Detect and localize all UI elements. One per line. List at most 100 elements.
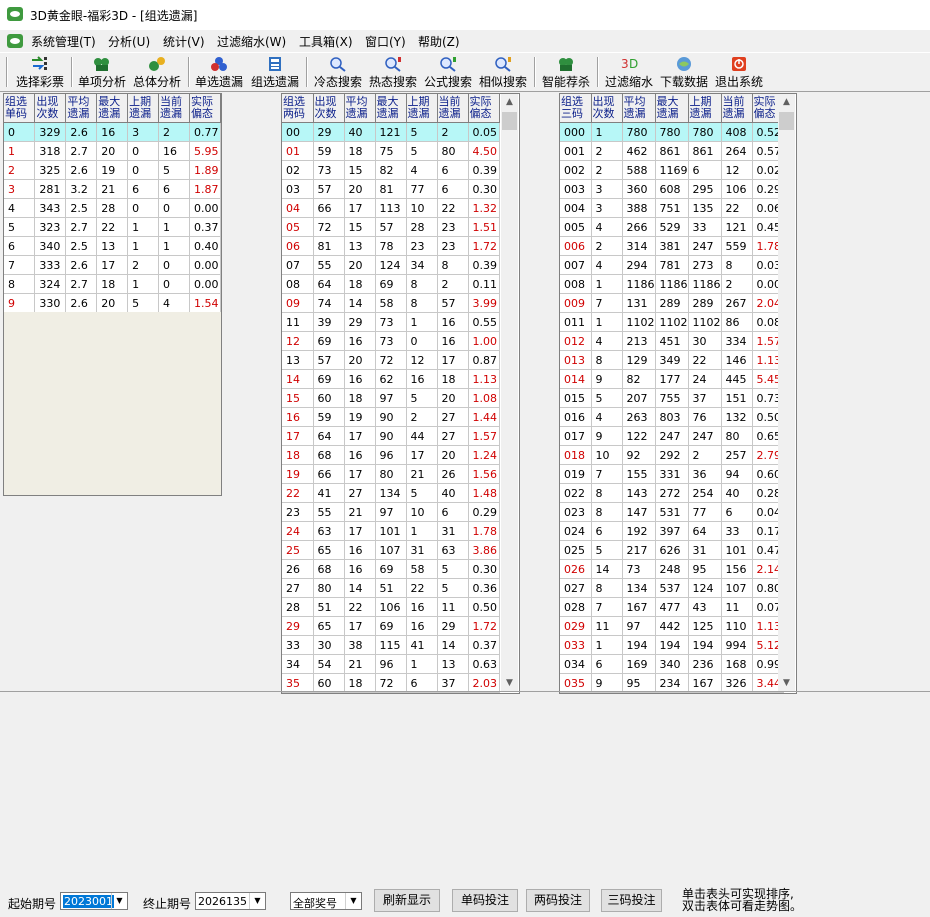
menu-window[interactable]: 窗口(Y): [365, 33, 406, 50]
table-row[interactable]: 011 1 1102 1102 1102 86 0.08: [560, 312, 784, 332]
column-header[interactable]: 组选三码: [560, 94, 592, 123]
table-row[interactable]: 000 1 780 780 780 408 0.52: [560, 122, 784, 142]
table-row[interactable]: 028 7 167 477 43 11 0.07: [560, 597, 784, 617]
table-row[interactable]: 018 10 92 292 2 257 2.79: [560, 445, 784, 465]
menu-stats[interactable]: 统计(V): [163, 33, 205, 50]
two-code-grid[interactable]: 组选两码 出现次数 平均遗漏 最大遗漏 上期遗漏 当前遗漏 实际偏态 00 29 40 121 5 2…: [281, 93, 520, 694]
scroll-down-icon[interactable]: ▼: [501, 675, 518, 692]
three-code-vscrollbar[interactable]: ▲ ▼: [778, 94, 795, 692]
table-row[interactable]: 009 7 131 289 289 267 2.04: [560, 293, 784, 313]
table-row[interactable]: 005 4 266 529 33 121 0.45: [560, 217, 784, 237]
column-header[interactable]: 组选单码: [4, 94, 36, 123]
table-row[interactable]: 023 8 147 531 77 6 0.04: [560, 502, 784, 522]
table-row[interactable]: 016 4 263 803 76 132 0.50: [560, 407, 784, 427]
table-row[interactable]: 27 80 14 51 22 5 0.36: [282, 578, 500, 598]
table-row[interactable]: 05 72 15 57 28 23 1.51: [282, 217, 500, 237]
table-row[interactable]: 12 69 16 73 0 16 1.00: [282, 331, 500, 351]
table-row[interactable]: 002 2 588 1169 6 12 0.02: [560, 160, 784, 180]
table-row[interactable]: 11 39 29 73 1 16 0.55: [282, 312, 500, 332]
table-row[interactable]: 07 55 20 124 34 8 0.39: [282, 255, 500, 275]
table-row[interactable]: 06 81 13 78 23 23 1.72: [282, 236, 500, 256]
table-row[interactable]: 029 11 97 442 125 110 1.13: [560, 616, 784, 636]
column-header[interactable]: 上期遗漏: [127, 94, 160, 123]
table-row[interactable]: 1 318 2.7 20 0 16 5.95: [4, 141, 221, 161]
column-header[interactable]: 当前遗漏: [158, 94, 190, 123]
table-row[interactable]: 0 329 2.6 16 3 2 0.77: [4, 122, 221, 142]
table-row[interactable]: 28 51 22 106 16 11 0.50: [282, 597, 500, 617]
table-row[interactable]: 8 324 2.7 18 1 0 0.00: [4, 274, 221, 294]
table-row[interactable]: 3 281 3.2 21 6 6 1.87: [4, 179, 221, 199]
refresh-button[interactable]: 刷新显示: [374, 889, 440, 912]
menu-system[interactable]: 系统管理(T): [31, 33, 96, 50]
scroll-thumb[interactable]: [779, 112, 794, 130]
start-issue-select[interactable]: 2023001 ▼: [60, 892, 128, 910]
group-omit-button[interactable]: 组选遗漏: [249, 55, 301, 89]
chevron-down-icon[interactable]: ▼: [249, 893, 265, 909]
smart-kill-button[interactable]: 智能荐杀: [540, 55, 592, 89]
table-row[interactable]: 035 9 95 234 167 326 3.44: [560, 673, 784, 693]
table-row[interactable]: 007 4 294 781 273 8 0.03: [560, 255, 784, 275]
table-row[interactable]: 013 8 129 349 22 146 1.13: [560, 350, 784, 370]
table-row[interactable]: 34 54 21 96 1 13 0.63: [282, 654, 500, 674]
column-header[interactable]: 最大遗漏: [375, 94, 407, 123]
table-row[interactable]: 012 4 213 451 30 334 1.57: [560, 331, 784, 351]
exit-system-button[interactable]: 退出系统: [713, 55, 765, 89]
column-header[interactable]: 当前遗漏: [721, 94, 753, 123]
menu-help[interactable]: 帮助(Z): [418, 33, 460, 50]
column-header[interactable]: 组选两码: [282, 94, 314, 123]
table-row[interactable]: 09 74 14 58 8 57 3.99: [282, 293, 500, 313]
table-row[interactable]: 19 66 17 80 21 26 1.56: [282, 464, 500, 484]
column-header[interactable]: 出现次数: [34, 94, 67, 123]
cold-search-button[interactable]: 冷态搜索: [312, 55, 364, 89]
triple-bet-button[interactable]: 三码投注: [601, 889, 662, 912]
table-row[interactable]: 01 59 18 75 5 80 4.50: [282, 141, 500, 161]
table-row[interactable]: 025 5 217 626 31 101 0.47: [560, 540, 784, 560]
table-row[interactable]: 034 6 169 340 236 168 0.99: [560, 654, 784, 674]
table-row[interactable]: 26 68 16 69 58 5 0.30: [282, 559, 500, 579]
column-header[interactable]: 出现次数: [313, 94, 345, 123]
table-row[interactable]: 33 30 38 115 41 14 0.37: [282, 635, 500, 655]
column-header[interactable]: 实际偏态: [189, 94, 221, 123]
formula-search-button[interactable]: 公式搜索: [422, 55, 474, 89]
column-header[interactable]: 最大遗漏: [655, 94, 689, 123]
column-header[interactable]: 上期遗漏: [406, 94, 438, 123]
table-row[interactable]: 024 6 192 397 64 33 0.17: [560, 521, 784, 541]
table-row[interactable]: 6 340 2.5 13 1 1 0.40: [4, 236, 221, 256]
three-code-grid[interactable]: 组选三码 出现次数 平均遗漏 最大遗漏 上期遗漏 当前遗漏 实际偏态 000 1 780 780 7…: [559, 93, 797, 694]
table-row[interactable]: 003 3 360 608 295 106 0.29: [560, 179, 784, 199]
table-row[interactable]: 25 65 16 107 31 63 3.86: [282, 540, 500, 560]
table-row[interactable]: 015 5 207 755 37 151 0.73: [560, 388, 784, 408]
chevron-down-icon[interactable]: ▼: [345, 893, 361, 909]
table-row[interactable]: 7 333 2.6 17 2 0 0.00: [4, 255, 221, 275]
table-row[interactable]: 02 73 15 82 4 6 0.39: [282, 160, 500, 180]
column-header[interactable]: 出现次数: [591, 94, 623, 123]
table-row[interactable]: 014 9 82 177 24 445 5.45: [560, 369, 784, 389]
single-code-grid[interactable]: 组选单码 出现次数 平均遗漏 最大遗漏 上期遗漏 当前遗漏 实际偏态 0 329 2.6 16 3 2…: [3, 93, 222, 496]
table-row[interactable]: 9 330 2.6 20 5 4 1.54: [4, 293, 221, 313]
column-header[interactable]: 平均遗漏: [65, 94, 98, 123]
single-bet-button[interactable]: 单码投注: [452, 889, 518, 912]
table-row[interactable]: 17 64 17 90 44 27 1.57: [282, 426, 500, 446]
column-header[interactable]: 当前遗漏: [437, 94, 469, 123]
table-row[interactable]: 026 14 73 248 95 156 2.14: [560, 559, 784, 579]
table-row[interactable]: 00 29 40 121 5 2 0.05: [282, 122, 500, 142]
table-row[interactable]: 4 343 2.5 28 0 0 0.00: [4, 198, 221, 218]
overall-analysis-button[interactable]: 总体分析: [131, 55, 183, 89]
scroll-thumb[interactable]: [502, 112, 517, 130]
menu-analysis[interactable]: 分析(U): [108, 33, 150, 50]
table-row[interactable]: 019 7 155 331 36 94 0.60: [560, 464, 784, 484]
table-row[interactable]: 35 60 18 72 6 37 2.03: [282, 673, 500, 693]
table-row[interactable]: 022 8 143 272 254 40 0.28: [560, 483, 784, 503]
column-header[interactable]: 平均遗漏: [344, 94, 376, 123]
table-row[interactable]: 18 68 16 96 17 20 1.24: [282, 445, 500, 465]
select-lottery-button[interactable]: 选择彩票: [12, 55, 68, 89]
table-row[interactable]: 23 55 21 97 10 6 0.29: [282, 502, 500, 522]
table-row[interactable]: 13 57 20 72 12 17 0.87: [282, 350, 500, 370]
scroll-up-icon[interactable]: ▲: [778, 94, 795, 111]
table-row[interactable]: 027 8 134 537 124 107 0.80: [560, 578, 784, 598]
column-header[interactable]: 平均遗漏: [622, 94, 656, 123]
table-row[interactable]: 16 59 19 90 2 27 1.44: [282, 407, 500, 427]
menu-toolbox[interactable]: 工具箱(X): [299, 33, 353, 50]
scroll-up-icon[interactable]: ▲: [501, 94, 518, 111]
chevron-down-icon[interactable]: ▼: [111, 893, 127, 909]
